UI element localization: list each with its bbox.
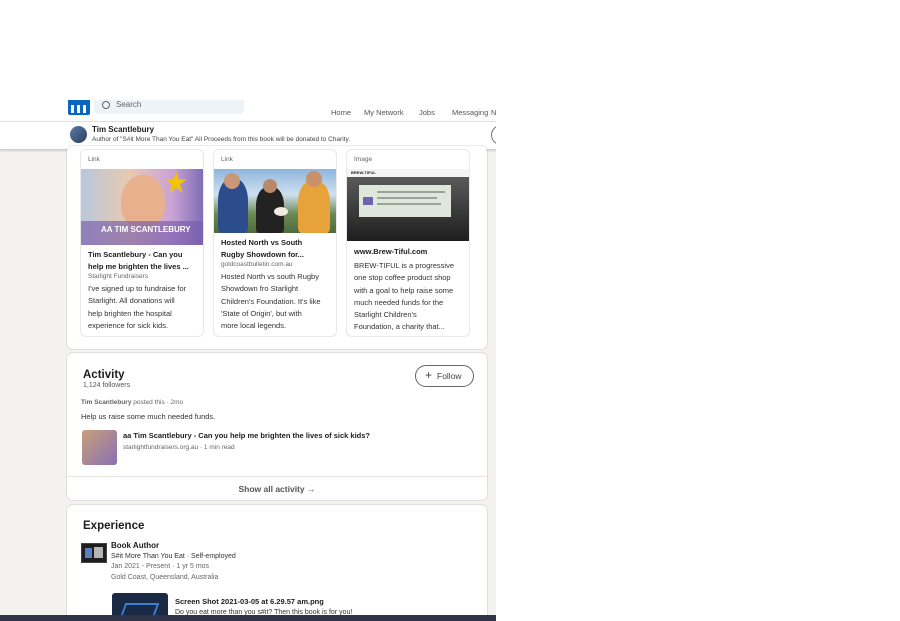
- show-all-label: Show all activity: [238, 484, 305, 494]
- featured-image-caption: AA TIM SCANTLEBURY: [101, 225, 191, 234]
- featured-description-line: with a goal to help raise some: [354, 285, 454, 295]
- search-icon: [102, 101, 110, 109]
- featured-section: Link AA TIM SCANTLEBURY Tim Scantlebury …: [67, 146, 487, 349]
- nav-notifications[interactable]: N: [491, 108, 496, 117]
- nav-messaging[interactable]: Messaging: [452, 108, 488, 117]
- experience-heading: Experience: [83, 520, 145, 532]
- post-text: Help us raise some much needed funds.: [81, 412, 216, 421]
- job-location: Gold Coast, Queensland, Australia: [111, 574, 219, 581]
- featured-source: goldcoastbulletin.com.au: [221, 261, 293, 268]
- activity-section: Activity 1,124 followers + Follow Tim Sc…: [67, 353, 487, 500]
- search-input[interactable]: Search: [94, 100, 244, 114]
- featured-description-line: 'State of Origin', but with: [221, 308, 302, 318]
- article-title[interactable]: aa Tim Scantlebury - Can you help me bri…: [123, 431, 370, 440]
- featured-image: AA TIM SCANTLEBURY: [81, 169, 203, 245]
- post-attribution: Tim Scantlebury posted this · 2mo: [81, 399, 183, 406]
- bottom-bar: [0, 615, 496, 621]
- featured-item-brewtiful[interactable]: Image BREW-TIFUL www.Brew-Tiful.com BREW…: [347, 150, 469, 336]
- avatar[interactable]: [70, 126, 87, 143]
- linkedin-logo-icon[interactable]: [68, 100, 90, 115]
- plus-icon: +: [425, 368, 433, 382]
- featured-source: Starlight Fundraisers: [88, 273, 148, 280]
- featured-title-line: Tim Scantlebury - Can you: [88, 250, 183, 259]
- nav-home[interactable]: Home: [331, 108, 351, 117]
- experience-section: Experience Book Author S#it More Than Yo…: [67, 505, 487, 621]
- featured-description-line: Hosted North vs south Rugby: [221, 272, 319, 281]
- featured-image-caption: BREW-TIFUL: [351, 170, 376, 175]
- featured-title: Tim Scantlebury - Can you help me bright…: [88, 249, 200, 273]
- job-dates: Jan 2021 - Present · 1 yr 5 mos: [111, 563, 210, 570]
- featured-description: BREW-TIFUL is a progressive one stop cof…: [354, 260, 468, 334]
- profile-name: Tim Scantlebury: [92, 125, 155, 134]
- followers-count: 1,124 followers: [83, 382, 131, 389]
- featured-description: Hosted North vs south Rugby Showdown fro…: [221, 271, 335, 332]
- featured-description-line: BREW-TIFUL is a progressive: [354, 261, 455, 270]
- top-nav: Search Home My Network Jobs Messaging N: [0, 100, 496, 121]
- nav-my-network[interactable]: My Network: [364, 108, 404, 117]
- post-author[interactable]: Tim Scantlebury: [81, 399, 131, 406]
- article-meta: starlightfundraisers.org.au · 1 min read: [123, 444, 235, 451]
- featured-description-line: Starlight. All donations will: [88, 296, 175, 306]
- featured-type: Image: [354, 156, 373, 163]
- featured-description-line: help brighten the hospital: [88, 308, 172, 318]
- featured-description-line: Starlight Children's: [354, 310, 417, 320]
- featured-description-line: one stop coffee product shop: [354, 273, 451, 283]
- activity-heading: Activity: [83, 369, 125, 381]
- featured-image: BREW-TIFUL: [347, 169, 469, 241]
- featured-description: I've signed up to fundraise for Starligh…: [88, 283, 202, 332]
- arrow-right-icon: →: [307, 484, 316, 494]
- featured-description-line: Children's Foundation. It's like: [221, 296, 321, 306]
- featured-item-starlight[interactable]: Link AA TIM SCANTLEBURY Tim Scantlebury …: [81, 150, 203, 336]
- post-meta: posted this · 2mo: [133, 399, 184, 406]
- featured-type: Link: [88, 156, 100, 163]
- follow-label: Follow: [437, 371, 462, 381]
- featured-description-line: experience for sick kids.: [88, 320, 169, 330]
- linkedin-profile-screenshot: Search Home My Network Jobs Messaging N …: [0, 100, 496, 621]
- article-thumbnail[interactable]: [82, 430, 117, 465]
- featured-title-line: Hosted North vs South: [221, 238, 303, 247]
- featured-title: www.Brew-Tiful.com: [354, 247, 428, 256]
- featured-description-line: I've signed up to fundraise for: [88, 284, 187, 293]
- search-placeholder: Search: [116, 100, 142, 109]
- featured-description-line: Foundation, a charity that...: [354, 322, 445, 332]
- media-title[interactable]: Screen Shot 2021-03-05 at 6.29.57 am.png: [175, 597, 324, 606]
- show-all-activity-button[interactable]: Show all activity →: [67, 476, 487, 501]
- featured-title: Hosted North vs South Rugby Showdown for…: [221, 237, 333, 261]
- more-button[interactable]: [491, 125, 496, 145]
- job-title: Book Author: [111, 541, 160, 550]
- featured-title-line: Rugby Showdown for...: [221, 250, 304, 259]
- company-name: S#it More Than You Eat · Self-employed: [111, 553, 236, 560]
- follow-button[interactable]: + Follow: [415, 365, 474, 387]
- company-logo-icon[interactable]: [81, 543, 107, 563]
- featured-description-line: much needed funds for the: [354, 297, 444, 307]
- featured-title-line: help me brighten the lives ...: [88, 262, 189, 271]
- featured-description-line: Showdown fro Starlight: [221, 284, 299, 294]
- featured-description-line: more local legends.: [221, 321, 287, 331]
- featured-type: Link: [221, 156, 233, 163]
- featured-image: [214, 169, 336, 233]
- profile-headline: Author of "S#it More Than You Eat" All P…: [92, 136, 351, 143]
- featured-item-rugby[interactable]: Link Hosted North vs South Rugby Showdow…: [214, 150, 336, 336]
- nav-jobs[interactable]: Jobs: [419, 108, 435, 117]
